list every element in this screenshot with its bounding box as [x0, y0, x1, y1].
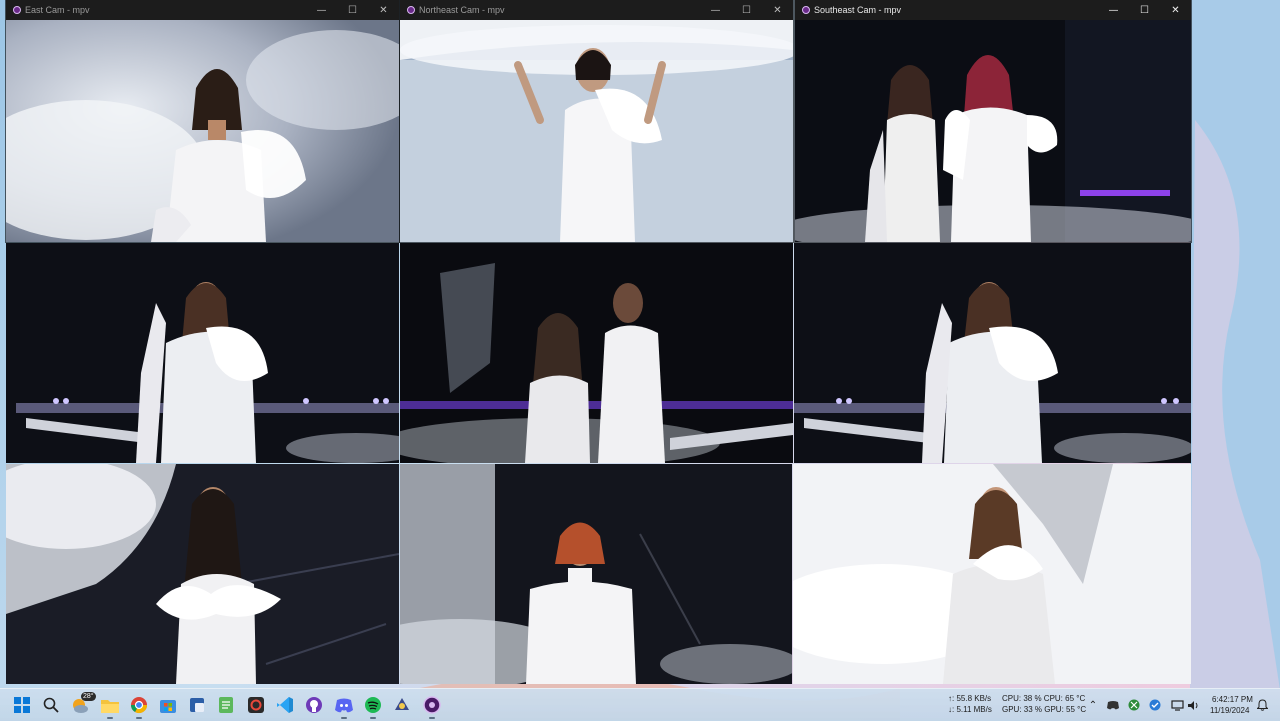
titlebar[interactable]: Southeast Cam - mpv — ☐ ✕	[795, 0, 1191, 20]
video-frame	[400, 243, 793, 463]
titlebar[interactable]: Northeast Cam - mpv — ☐ ✕	[400, 0, 793, 20]
video-frame	[793, 464, 1191, 684]
vpn-tray-icon[interactable]	[1148, 698, 1162, 712]
window-title: East Cam - mpv	[25, 5, 90, 15]
mpv-icon	[407, 6, 415, 14]
file-explorer-icon[interactable]	[98, 693, 122, 719]
video-area[interactable]	[6, 20, 399, 242]
vscode-icon[interactable]	[273, 693, 297, 717]
video-tile-row3-left[interactable]	[6, 464, 399, 684]
mpv-icon	[13, 6, 21, 14]
titlebar[interactable]: East Cam - mpv — ☐ ✕	[6, 0, 399, 20]
video-tile-row2-center[interactable]	[400, 243, 793, 463]
video-frame	[6, 464, 399, 684]
chrome-icon[interactable]	[127, 693, 151, 719]
maximize-button[interactable]: ☐	[337, 0, 368, 20]
video-frame	[400, 20, 793, 242]
network-icon[interactable]	[1170, 698, 1184, 712]
video-frame	[794, 243, 1191, 463]
maximize-button[interactable]: ☐	[731, 0, 762, 20]
video-area[interactable]	[400, 20, 793, 242]
clock-time[interactable]: 6:42:17 PM	[1212, 695, 1253, 705]
snipping-tool-icon[interactable]	[185, 693, 209, 717]
video-tile-row2-right[interactable]	[794, 243, 1191, 463]
video-frame	[795, 20, 1191, 242]
mpv-icon	[802, 6, 810, 14]
mpv-window-east-cam[interactable]: East Cam - mpv — ☐ ✕	[6, 0, 399, 242]
xbox-tray-icon[interactable]	[1127, 698, 1141, 712]
maximize-button[interactable]: ☐	[1129, 0, 1160, 20]
video-tile-row2-left[interactable]	[6, 243, 399, 463]
windows-start-icon[interactable]	[10, 693, 34, 717]
video-tile-row3-right[interactable]	[793, 464, 1191, 684]
mpv-window-northeast-cam[interactable]: Northeast Cam - mpv — ☐ ✕	[400, 0, 793, 242]
notification-bell-icon[interactable]	[1255, 698, 1269, 712]
taskbar: 28° ↑: 55.8 KB/s ↓: 5.11 MB/s CPU: 38 % …	[0, 688, 1280, 721]
cpu-stats: CPU: 38 % CPU: 65 °C	[1002, 694, 1086, 703]
spotify-icon[interactable]	[361, 693, 385, 719]
video-tile-row3-center[interactable]	[400, 464, 792, 684]
weather-widget-icon[interactable]: 28°	[68, 692, 96, 717]
notepad-icon[interactable]	[214, 693, 238, 717]
minimize-button[interactable]: —	[1098, 0, 1129, 20]
video-frame	[6, 243, 399, 463]
chevron-up-icon[interactable]: ⌃	[1086, 698, 1100, 712]
mpv-taskbar-icon[interactable]	[420, 693, 444, 719]
game-tool-icon[interactable]	[390, 693, 414, 717]
network-download-speed: ↓: 5.11 MB/s	[948, 705, 992, 714]
mpv-window-southeast-cam[interactable]: Southeast Cam - mpv — ☐ ✕	[795, 0, 1191, 242]
video-frame	[400, 464, 792, 684]
github-icon[interactable]	[302, 693, 326, 717]
close-button[interactable]: ✕	[762, 0, 793, 20]
close-button[interactable]: ✕	[1160, 0, 1191, 20]
window-title: Northeast Cam - mpv	[419, 5, 505, 15]
minimize-button[interactable]: —	[306, 0, 337, 20]
discord-icon[interactable]	[332, 693, 356, 719]
gpu-stats: GPU: 33 % GPU: 55 °C	[1002, 705, 1087, 714]
close-button[interactable]: ✕	[368, 0, 399, 20]
davinci-resolve-icon[interactable]	[244, 693, 268, 717]
video-area[interactable]	[795, 20, 1191, 242]
video-frame	[6, 20, 399, 242]
discord-tray-icon[interactable]	[1106, 698, 1120, 712]
window-title: Southeast Cam - mpv	[814, 5, 902, 15]
volume-icon[interactable]	[1186, 698, 1200, 712]
weather-temperature: 28°	[81, 692, 96, 701]
search-icon[interactable]	[39, 693, 63, 717]
minimize-button[interactable]: —	[700, 0, 731, 20]
microsoft-store-icon[interactable]	[156, 693, 180, 717]
clock-date[interactable]: 11/19/2024	[1210, 706, 1249, 716]
network-upload-speed: ↑: 55.8 KB/s	[948, 694, 992, 703]
